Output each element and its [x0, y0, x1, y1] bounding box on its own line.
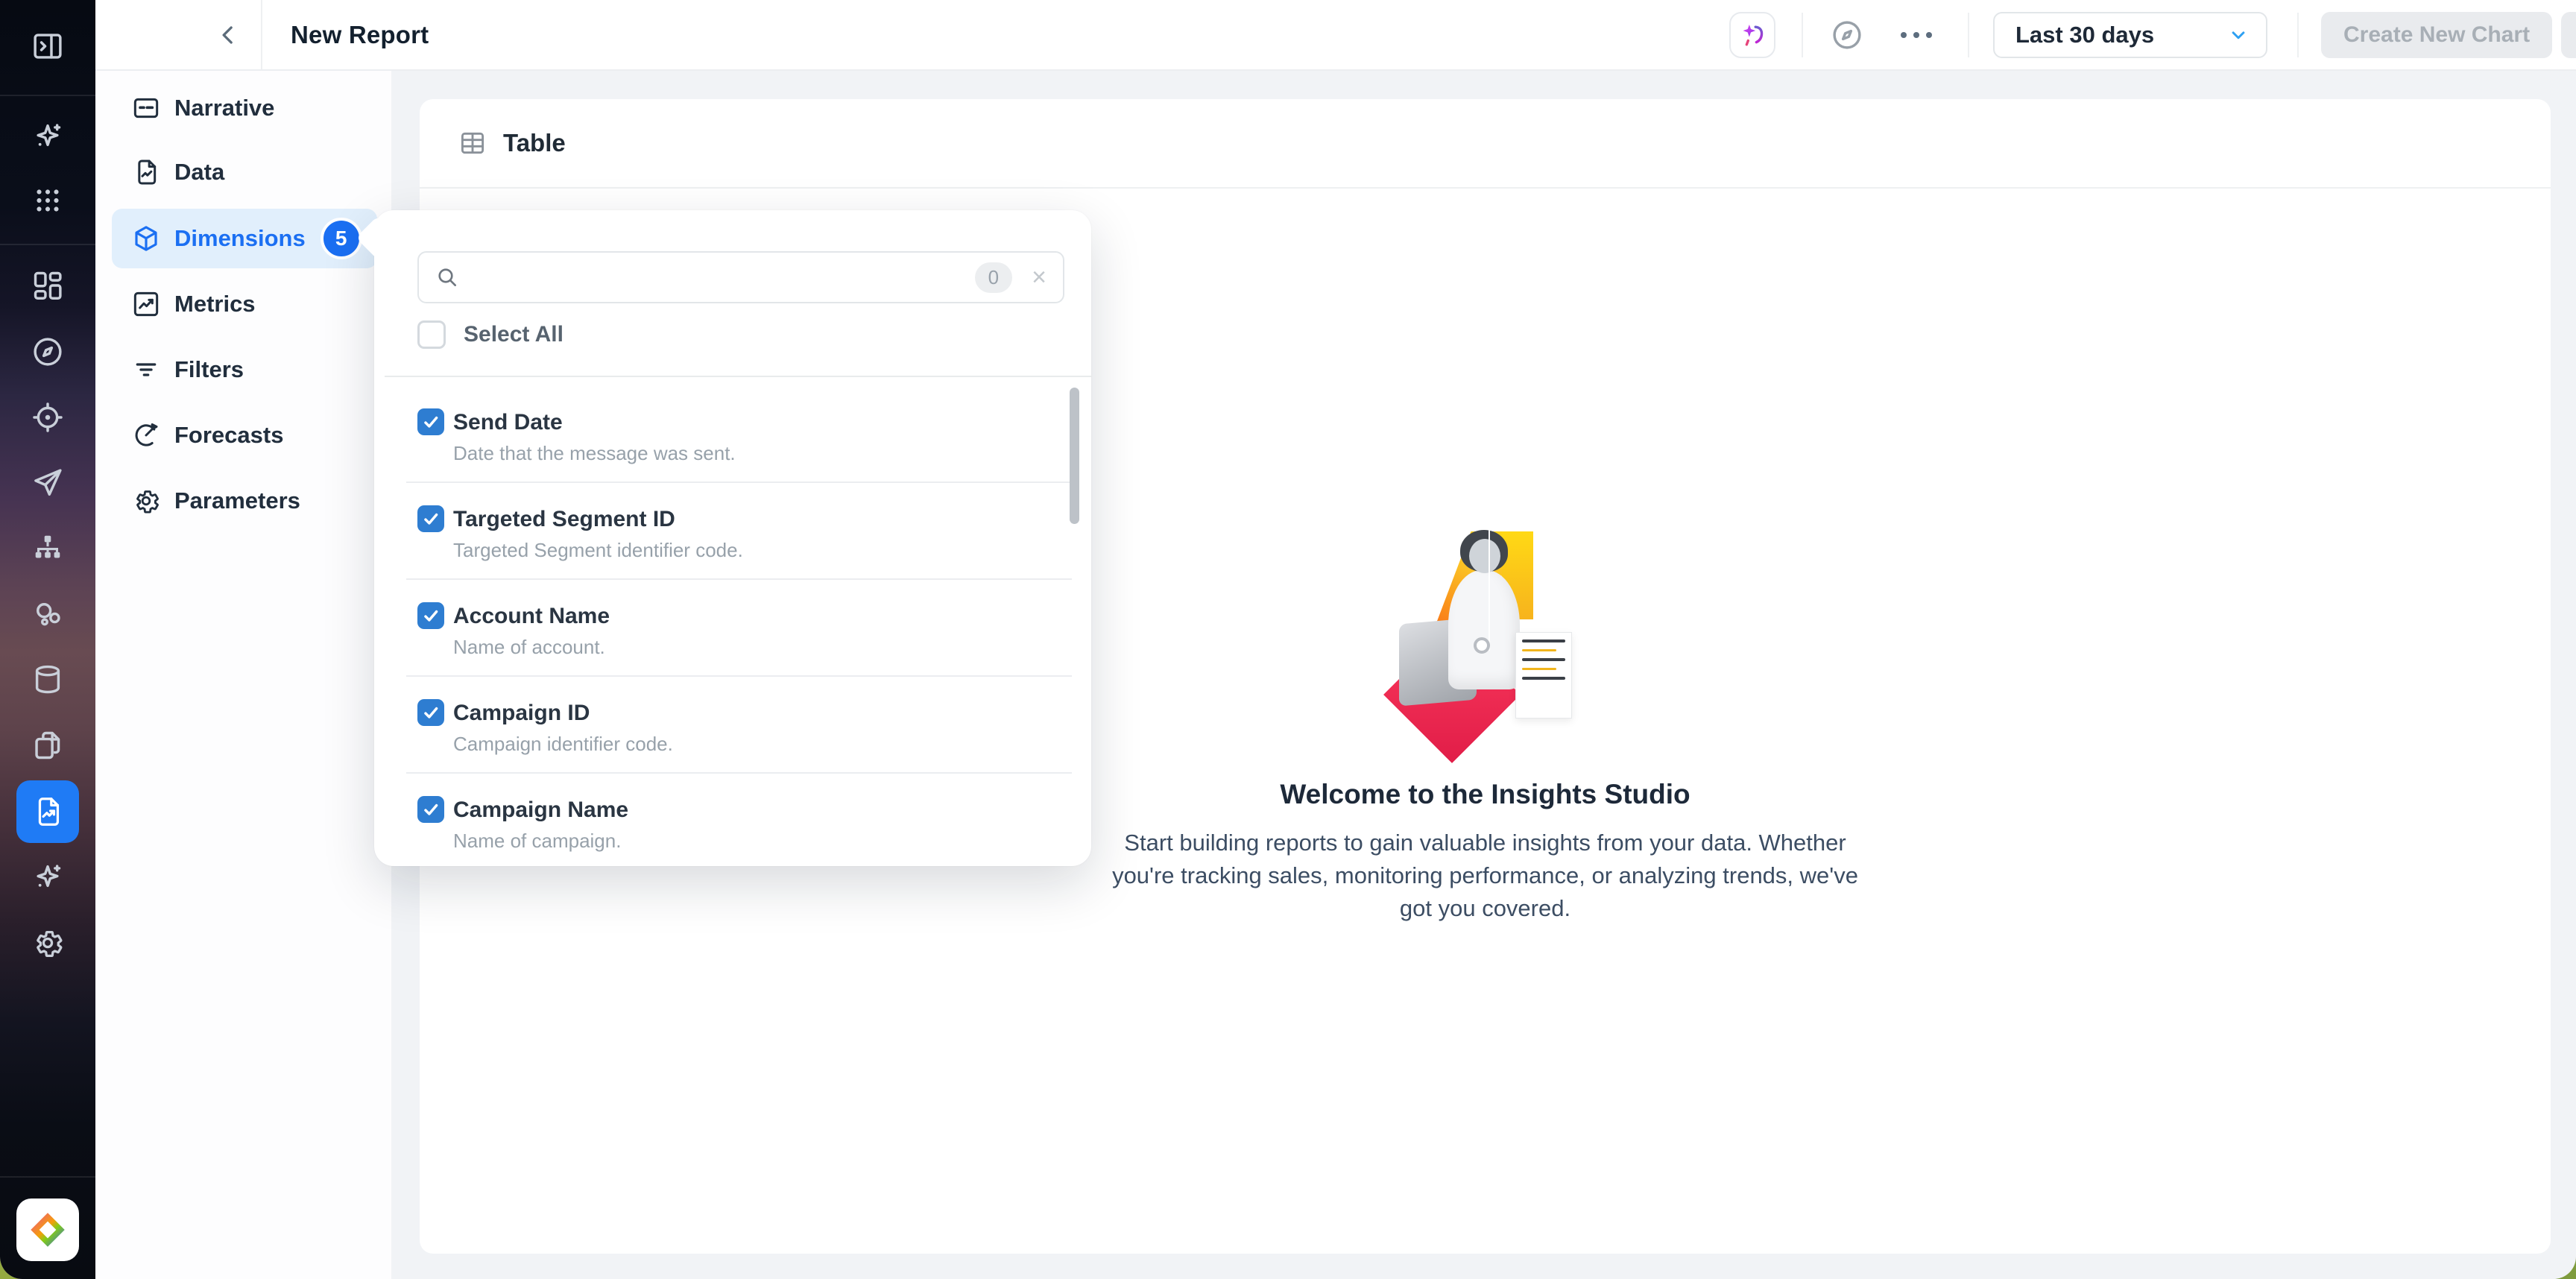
- report-icon[interactable]: [16, 780, 79, 843]
- dimension-title: Send Date: [453, 410, 1061, 435]
- sidebar-item-dimensions[interactable]: Dimensions 5: [112, 209, 377, 268]
- dimensions-count-badge: 5: [321, 218, 362, 259]
- checked-checkbox[interactable]: [417, 505, 444, 532]
- sidebar-item-label: Dimensions: [174, 225, 306, 252]
- chevron-down-icon: [2227, 24, 2250, 46]
- filter-lines-icon: [131, 355, 161, 385]
- database-icon[interactable]: [25, 657, 71, 703]
- dimension-title: Campaign Name: [453, 798, 1061, 823]
- page-title: New Report: [291, 0, 429, 69]
- sidebar-item-forecasts[interactable]: Forecasts: [112, 405, 377, 465]
- clear-search-icon[interactable]: ×: [1032, 265, 1046, 290]
- save-button[interactable]: Save: [2561, 12, 2576, 58]
- explore-compass-icon[interactable]: [1828, 16, 1866, 54]
- chart-type-label: Table: [503, 129, 566, 157]
- checked-checkbox[interactable]: [417, 408, 444, 435]
- panel-toggle-icon[interactable]: [25, 23, 71, 69]
- more-options-button[interactable]: [1898, 16, 1935, 54]
- sidebar-item-data[interactable]: Data: [112, 142, 377, 202]
- checked-checkbox[interactable]: [417, 602, 444, 629]
- sidebar-item-label: Narrative: [174, 95, 274, 121]
- dimension-list: Send Date Date that the message was sent…: [374, 377, 1091, 866]
- metrics-chart-icon: [131, 289, 161, 319]
- select-all-row: Select All: [417, 320, 564, 349]
- welcome-illustration: [1399, 517, 1572, 740]
- dimension-title: Account Name: [453, 604, 1061, 629]
- forecast-gauge-icon: [131, 420, 161, 450]
- dimensions-popup: 0 × Select All Send Date Date that the m…: [374, 210, 1091, 866]
- dimension-description: Name of campaign.: [453, 830, 1061, 853]
- pages-icon[interactable]: [25, 722, 71, 768]
- narrative-card-icon: [131, 93, 161, 123]
- ai-sparkle-icon[interactable]: [25, 113, 71, 160]
- ai-assistant-button[interactable]: [1729, 12, 1775, 58]
- rail-divider: [0, 244, 95, 245]
- settings-gear-icon[interactable]: [25, 920, 71, 966]
- search-count-badge: 0: [975, 262, 1012, 293]
- header-divider: [261, 0, 262, 69]
- dimension-description: Targeted Segment identifier code.: [453, 539, 1061, 562]
- sidebar-item-label: Data: [174, 159, 224, 186]
- checked-checkbox[interactable]: [417, 796, 444, 823]
- table-icon: [458, 129, 487, 157]
- sitemap-icon[interactable]: [25, 525, 71, 572]
- brand-logo[interactable]: [16, 1199, 79, 1261]
- date-range-value: Last 30 days: [2015, 22, 2154, 48]
- dimension-description: Date that the message was sent.: [453, 442, 1061, 465]
- header-divider: [2297, 13, 2299, 57]
- dimension-row-send-date[interactable]: Send Date Date that the message was sent…: [374, 386, 1091, 483]
- welcome-body: Start building reports to gain valuable …: [1098, 827, 1873, 925]
- dimension-row-account-name[interactable]: Account Name Name of account.: [374, 580, 1091, 677]
- ellipsis-icon: [1901, 32, 1932, 38]
- chart-type-header: Table: [420, 99, 2551, 189]
- data-document-icon: [131, 157, 161, 187]
- send-icon[interactable]: [25, 460, 71, 506]
- search-icon: [435, 265, 459, 289]
- date-range-select[interactable]: Last 30 days: [1993, 12, 2267, 58]
- app-window: New Report Last 30 days Create N: [0, 0, 2576, 1279]
- sidebar-item-metrics[interactable]: Metrics: [112, 274, 377, 334]
- dimension-description: Name of account.: [453, 636, 1061, 659]
- rail-divider: [0, 95, 95, 96]
- report-sidebar: Narrative Data Dimensions 5 Metrics Filt…: [95, 71, 391, 1279]
- locate-icon[interactable]: [25, 394, 71, 440]
- dimension-row-campaign-name[interactable]: Campaign Name Name of campaign.: [374, 774, 1091, 866]
- sidebar-item-label: Metrics: [174, 291, 256, 318]
- sidebar-item-filters[interactable]: Filters: [112, 340, 377, 400]
- back-button[interactable]: [210, 18, 246, 54]
- sidebar-item-label: Parameters: [174, 487, 300, 514]
- dimension-title: Campaign ID: [453, 701, 1061, 726]
- cube-icon: [131, 224, 161, 253]
- create-new-chart-button[interactable]: Create New Chart: [2321, 12, 2552, 58]
- rail-divider: [0, 1176, 95, 1178]
- select-all-label: Select All: [464, 322, 564, 347]
- sidebar-item-narrative[interactable]: Narrative: [112, 78, 377, 138]
- dimension-row-campaign-id[interactable]: Campaign ID Campaign identifier code.: [374, 677, 1091, 774]
- dimension-title: Targeted Segment ID: [453, 507, 1061, 532]
- dashboard-blocks-icon[interactable]: [25, 262, 71, 309]
- welcome-title: Welcome to the Insights Studio: [1280, 779, 1690, 810]
- checked-checkbox[interactable]: [417, 699, 444, 726]
- dimension-description: Campaign identifier code.: [453, 733, 1061, 756]
- ai-sparkle-small-icon[interactable]: [25, 854, 71, 900]
- dimension-search-input[interactable]: [471, 265, 975, 290]
- dimension-search: 0 ×: [417, 251, 1064, 303]
- sidebar-item-parameters[interactable]: Parameters: [112, 471, 377, 531]
- scrollbar-thumb[interactable]: [1070, 388, 1079, 524]
- header-divider: [1802, 13, 1803, 57]
- primary-rail: [0, 0, 95, 1279]
- dimension-row-targeted-segment-id[interactable]: Targeted Segment ID Targeted Segment ide…: [374, 483, 1091, 580]
- select-all-checkbox[interactable]: [417, 320, 446, 349]
- sidebar-item-label: Forecasts: [174, 422, 283, 449]
- bubbles-icon[interactable]: [25, 591, 71, 637]
- settings-gear-icon: [131, 486, 161, 516]
- header-divider: [1968, 13, 1969, 57]
- apps-grid-icon[interactable]: [25, 177, 71, 224]
- sidebar-item-label: Filters: [174, 356, 244, 383]
- top-header: New Report Last 30 days Create N: [95, 0, 2576, 71]
- compass-icon[interactable]: [25, 329, 71, 375]
